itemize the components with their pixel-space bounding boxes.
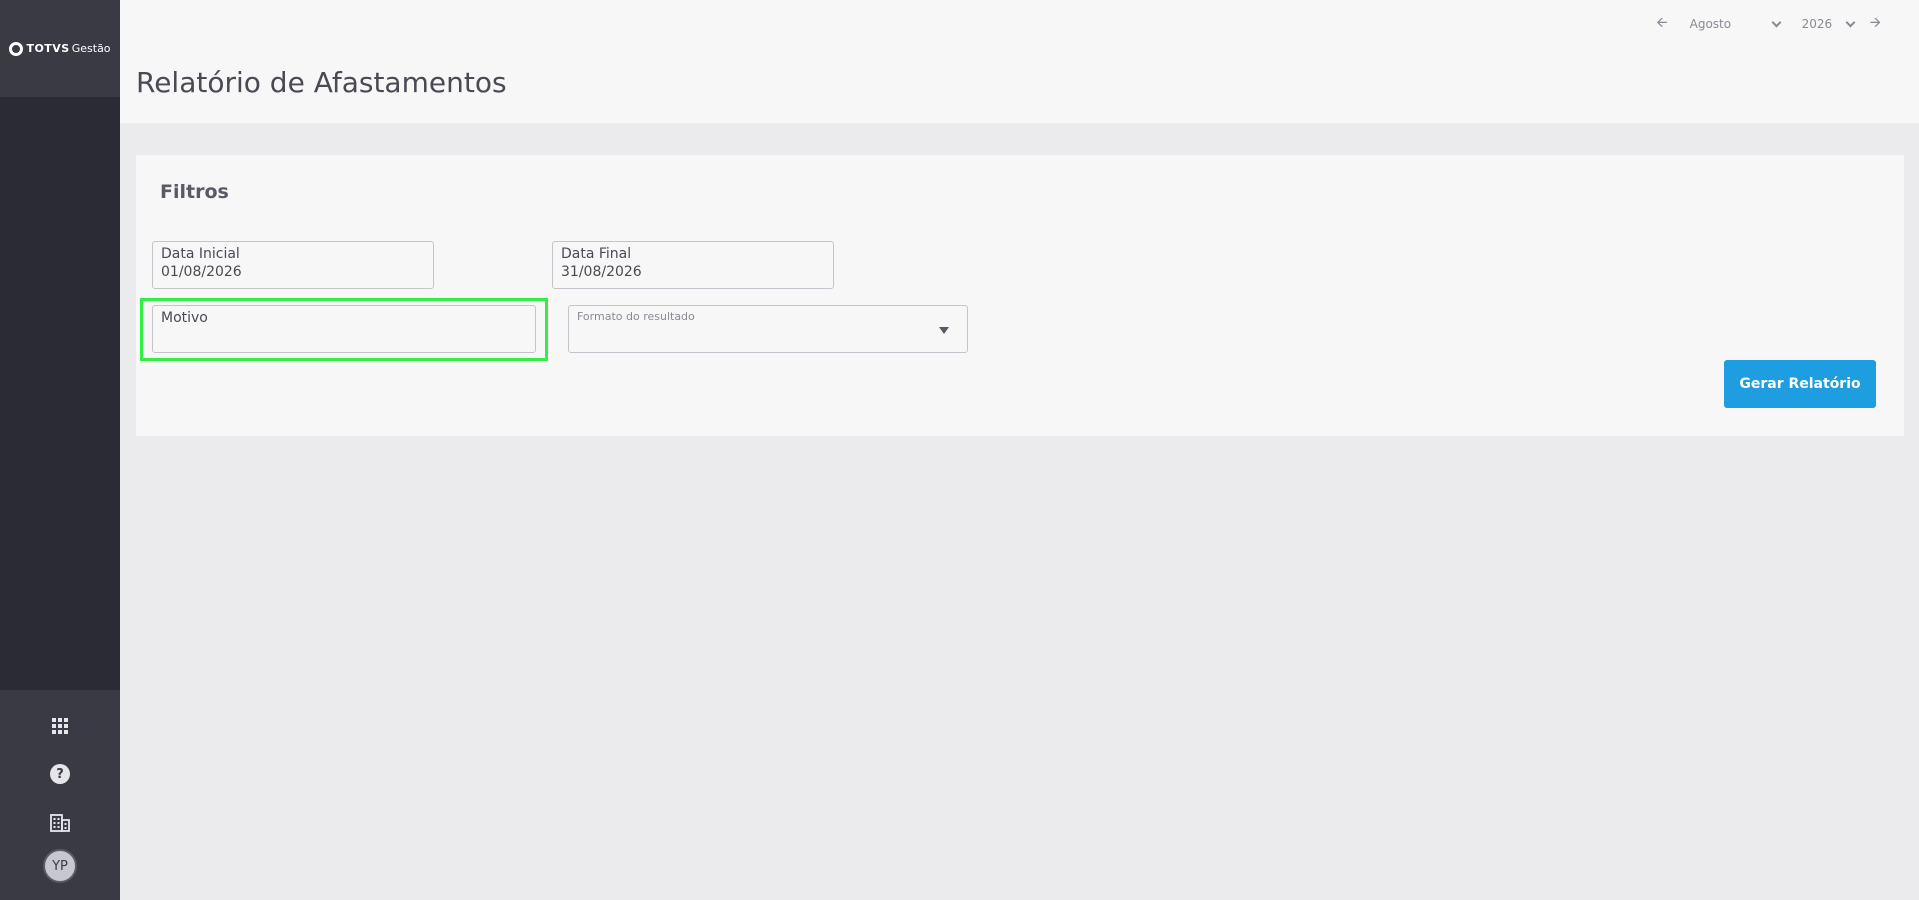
building-icon[interactable] <box>48 810 72 834</box>
caret-down-icon <box>939 327 949 334</box>
brand-name-bold: TOTVS <box>26 42 70 55</box>
page-header: 🡨 Agosto 2026 🡪 Relatório de Afastamento… <box>120 0 1919 123</box>
sidebar: TOTVS Gestão ? YP <box>0 0 120 900</box>
end-date-label: Data Final <box>561 246 632 262</box>
reason-field[interactable]: Motivo <box>152 305 536 353</box>
generate-report-button[interactable]: Gerar Relatório <box>1724 360 1876 408</box>
reason-label: Motivo <box>161 310 208 326</box>
result-format-label: Formato do resultado <box>577 310 695 323</box>
reason-input[interactable] <box>161 328 527 344</box>
month-value: Agosto <box>1689 17 1732 31</box>
filters-title: Filtros <box>160 181 229 203</box>
sidebar-bottom: ? YP <box>0 690 120 900</box>
month-select[interactable]: Agosto <box>1689 17 1782 31</box>
apps-grid-icon[interactable] <box>48 714 72 738</box>
year-value: 2026 <box>1801 17 1833 31</box>
page-title: Relatório de Afastamentos <box>136 66 507 99</box>
start-date-value: 01/08/2026 <box>161 264 242 280</box>
brand-logo[interactable]: TOTVS Gestão <box>0 0 120 97</box>
start-date-field[interactable]: Data Inicial 01/08/2026 <box>152 241 434 289</box>
brand-name-light: Gestão <box>71 42 111 55</box>
end-date-field[interactable]: Data Final 31/08/2026 <box>552 241 834 289</box>
chevron-down-icon <box>1845 17 1856 27</box>
year-select[interactable]: 2026 <box>1801 17 1856 31</box>
filters-card: Filtros Data Inicial 01/08/2026 Data Fin… <box>136 155 1904 436</box>
avatar-initials: YP <box>43 849 77 883</box>
start-date-label: Data Inicial <box>161 246 240 262</box>
result-format-select[interactable]: Formato do resultado <box>568 305 968 353</box>
help-icon[interactable]: ? <box>48 762 72 786</box>
chevron-down-icon <box>1771 17 1782 27</box>
totvs-logo-icon <box>9 41 24 56</box>
arrow-right-icon[interactable]: 🡪 <box>1870 12 1881 36</box>
avatar[interactable]: YP <box>43 849 77 883</box>
period-navigator: 🡨 Agosto 2026 🡪 <box>1656 14 1881 34</box>
end-date-value: 31/08/2026 <box>561 264 642 280</box>
arrow-left-icon[interactable]: 🡨 <box>1656 12 1667 36</box>
